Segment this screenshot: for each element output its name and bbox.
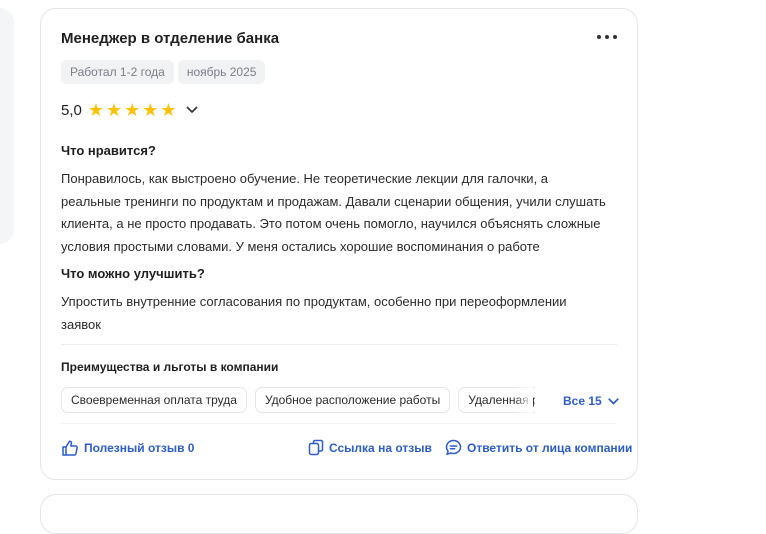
cons-heading: Что можно улучшить? (61, 266, 205, 281)
thumbs-up-icon (62, 440, 78, 456)
divider (61, 344, 617, 345)
more-icon-dot (597, 35, 601, 39)
chips-fade (515, 387, 533, 413)
copy-link-button[interactable]: Ссылка на отзыв (308, 439, 432, 456)
tag-tenure: Работал 1-2 года (61, 60, 174, 84)
star-icon: ★ (160, 100, 177, 120)
pros-text: Понравилось, как выстроено обучение. Не … (61, 168, 623, 258)
chevron-down-icon (186, 106, 197, 113)
next-review-card (40, 494, 638, 534)
cons-text: Упростить внутренние согласования по про… (61, 291, 623, 336)
all-benefits-button[interactable]: Все 15 (563, 394, 619, 408)
chat-icon (445, 439, 462, 456)
rating: 5,0 ★ ★ ★ ★ ★ (61, 101, 199, 119)
star-icon: ★ (106, 100, 123, 120)
pros-line: реальные тренинги по продуктам и продажа… (61, 193, 606, 209)
chevron-down-icon (608, 397, 619, 404)
all-benefits-label: Все 15 (563, 394, 602, 408)
helpful-label: Полезный отзыв 0 (84, 441, 195, 455)
pros-line: клиента, а не просто продавать. Это пото… (61, 216, 601, 232)
pros-heading: Что нравится? (61, 143, 156, 158)
copy-link-label: Ссылка на отзыв (329, 440, 432, 455)
rating-expand-button[interactable] (185, 103, 199, 117)
benefit-chip[interactable]: Удобное расположение работы (254, 387, 451, 413)
benefits-chips: Своевременная оплата труда Удобное распо… (61, 387, 535, 413)
star-icon: ★ (142, 100, 159, 120)
benefit-chip[interactable]: Своевременная оплата труда (61, 387, 247, 413)
benefits-heading: Преимущества и льготы в компании (61, 360, 279, 374)
cons-line: Упростить внутренние согласования по про… (61, 294, 567, 309)
more-icon-dot (605, 35, 609, 39)
actions-divider (61, 423, 617, 424)
helpful-button[interactable]: Полезный отзыв 0 (61, 439, 194, 457)
rating-value: 5,0 (61, 101, 82, 119)
left-panel (0, 8, 14, 244)
cons-line: заявок (61, 316, 101, 332)
review-tags: Работал 1-2 года ноябрь 2025 (61, 60, 266, 84)
review-card: Менеджер в отделение банка Работал 1-2 г… (40, 8, 638, 480)
star-icon: ★ (87, 100, 104, 120)
tag-date: ноябрь 2025 (177, 60, 266, 84)
reply-label: Ответить от лица компании (467, 440, 633, 455)
more-icon-dot (613, 35, 617, 39)
star-icon: ★ (124, 100, 141, 120)
review-title: Менеджер в отделение банка (61, 30, 280, 47)
reply-button[interactable]: Ответить от лица компании (445, 439, 632, 456)
copy-icon (308, 439, 324, 456)
pros-line: условия простыми словами. У меня осталис… (61, 238, 540, 254)
pros-line: Понравилось, как выстроено обучение. Не … (61, 171, 549, 186)
more-options-button[interactable] (597, 29, 617, 45)
